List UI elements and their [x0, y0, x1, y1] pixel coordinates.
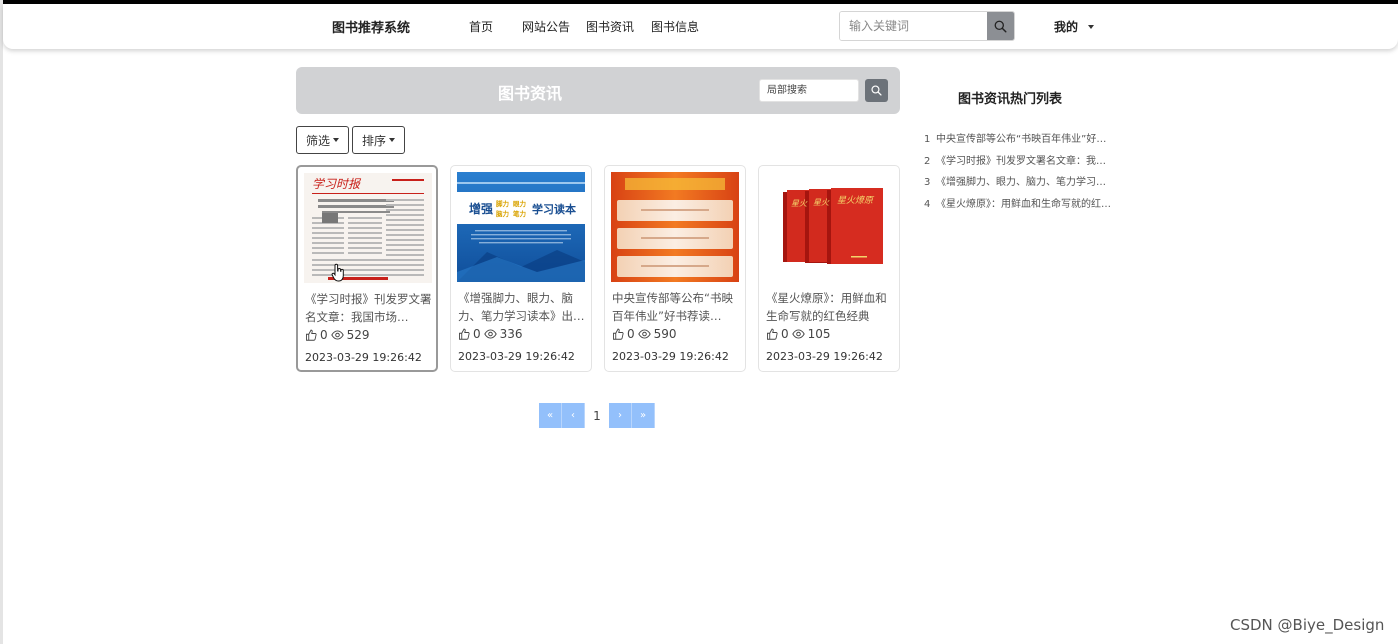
news-card[interactable]: 星火 星火 星火燎原 《星火燎原》：用鲜血和生命写就的红色经典 0 105 20… — [758, 165, 900, 372]
svg-text:脑力: 脑力 — [495, 209, 510, 218]
global-search — [839, 11, 1015, 41]
like-count: 0 — [473, 327, 481, 341]
thumbs-up-icon[interactable] — [766, 328, 778, 340]
user-menu-dropdown[interactable]: 我的 — [1054, 18, 1095, 35]
section-banner: 图书资讯 — [296, 67, 900, 114]
search-input[interactable] — [840, 12, 987, 40]
like-count: 0 — [320, 328, 328, 342]
hot-list-item[interactable]: 2 《学习时报》刊发罗文署名文章：我国市场 — [924, 155, 1111, 177]
card-date: 2023-03-29 19:26:42 — [612, 350, 729, 363]
local-search-button[interactable] — [865, 79, 888, 102]
current-page[interactable]: 1 — [585, 403, 609, 428]
svg-text:星火燎原: 星火燎原 — [837, 195, 875, 206]
hot-list-index: 3 — [924, 177, 931, 188]
top-navbar: 图书推荐系统 首页 网站公告 图书资讯 图书信息 我的 — [3, 4, 1398, 49]
card-stats: 0 529 — [305, 328, 370, 342]
hot-list-title: 图书资讯热门列表 — [958, 92, 1063, 107]
card-date: 2023-03-29 19:26:42 — [458, 350, 575, 363]
hot-list-index: 2 — [924, 155, 931, 167]
site-brand[interactable]: 图书推荐系统 — [332, 17, 410, 36]
orange-poster — [611, 172, 739, 282]
sort-dropdown[interactable]: 排序 — [352, 126, 405, 154]
hot-list-text[interactable]: 中央宣传部等公布“书映百年伟业”好书荐读 — [936, 133, 1111, 155]
like-count: 0 — [627, 327, 635, 341]
svg-text:星火: 星火 — [791, 199, 808, 208]
card-title[interactable]: 中央宣传部等公布“书映百年伟业”好书荐读… — [612, 290, 740, 325]
eye-icon — [483, 329, 497, 339]
card-stats: 0 105 — [766, 327, 831, 341]
thumbs-up-icon[interactable] — [458, 328, 470, 340]
hot-list-item[interactable]: 3 《增强脚力、眼力、脑力、笔力学习读本》 — [924, 176, 1111, 198]
news-card[interactable]: 中央宣传部等公布“书映百年伟业”好书荐读… 0 590 2023-03-29 1… — [604, 165, 746, 372]
user-menu-label: 我的 — [1054, 20, 1079, 34]
nav-book-info[interactable]: 图书信息 — [651, 18, 699, 35]
svg-text:脚力: 脚力 — [496, 199, 510, 208]
red-book-set: 星火 星火 星火燎原 — [765, 172, 893, 282]
chevron-down-icon — [333, 138, 339, 142]
svg-text:增强: 增强 — [469, 201, 493, 216]
svg-text:星火: 星火 — [813, 198, 830, 207]
nav-book-news[interactable]: 图书资讯 — [586, 18, 634, 35]
window-left-border — [0, 0, 3, 644]
local-search-input[interactable] — [759, 79, 859, 102]
eye-icon — [637, 329, 651, 339]
eye-icon — [791, 329, 805, 339]
search-icon — [871, 85, 882, 96]
svg-text:学习读本: 学习读本 — [532, 202, 576, 216]
chevron-down-icon — [389, 138, 395, 142]
view-count: 105 — [807, 327, 831, 341]
watermark: CSDN @Biye_Design — [1230, 616, 1385, 634]
eye-icon — [330, 330, 344, 340]
hot-list-text[interactable]: 《学习时报》刊发罗文署名文章：我国市场 — [936, 155, 1111, 177]
news-card[interactable]: 学习时报 《学习时报》刊发罗文署名文章：我国市场… 0 529 2023-03-… — [296, 165, 438, 372]
prev-page-button[interactable]: ‹ — [562, 403, 585, 428]
nav-announcements[interactable]: 网站公告 — [522, 18, 570, 35]
news-card[interactable]: 增强 脚力 眼力 脑力 笔力 学习读本 《增强脚力、眼力、脑力、笔力学习读本》出… — [450, 165, 592, 372]
view-count: 529 — [346, 328, 370, 342]
hot-list-index: 1 — [924, 134, 931, 145]
hot-list-index: 4 — [924, 198, 931, 210]
search-button[interactable] — [987, 12, 1014, 40]
hot-list-item[interactable]: 1 中央宣传部等公布“书映百年伟业”好书荐读 — [924, 133, 1111, 155]
hot-list-text[interactable]: 《星火燎原》：用鲜血和生命写就的红色经典 — [936, 198, 1111, 220]
hand-pointer-icon — [331, 263, 344, 282]
hot-list-text[interactable]: 《增强脚力、眼力、脑力、笔力学习读本》 — [936, 176, 1111, 198]
svg-text:笔力: 笔力 — [513, 209, 527, 218]
sort-label: 排序 — [361, 133, 386, 148]
newspaper-thumbnail: 学习时报 — [304, 173, 432, 283]
view-count: 336 — [499, 327, 523, 341]
hot-list-item[interactable]: 4 《星火燎原》：用鲜血和生命写就的红色经典 — [924, 198, 1111, 220]
first-page-button[interactable]: « — [539, 403, 562, 428]
next-page-button[interactable]: › — [609, 403, 632, 428]
hot-list: 1 中央宣传部等公布“书映百年伟业”好书荐读 2 《学习时报》刊发罗文署名文章：… — [924, 133, 1111, 219]
svg-text:眼力: 眼力 — [513, 199, 527, 208]
chevron-down-icon — [1088, 24, 1095, 29]
card-title[interactable]: 《增强脚力、眼力、脑力、笔力学习读本》出… — [458, 290, 586, 325]
blue-book-cover: 增强 脚力 眼力 脑力 笔力 学习读本 — [457, 172, 585, 282]
card-date: 2023-03-29 19:26:42 — [766, 350, 883, 363]
last-page-button[interactable]: » — [632, 403, 655, 428]
card-title[interactable]: 《星火燎原》：用鲜血和生命写就的红色经典 — [766, 290, 894, 325]
thumbs-up-icon[interactable] — [305, 329, 317, 341]
like-count: 0 — [781, 327, 789, 341]
nav-home[interactable]: 首页 — [469, 18, 493, 35]
card-stats: 0 590 — [612, 327, 677, 341]
newspaper-masthead: 学习时报 — [312, 177, 362, 191]
thumbs-up-icon[interactable] — [612, 328, 624, 340]
card-title[interactable]: 《学习时报》刊发罗文署名文章：我国市场… — [305, 291, 433, 326]
filter-label: 筛选 — [305, 133, 330, 148]
view-count: 590 — [653, 327, 677, 341]
card-date: 2023-03-29 19:26:42 — [305, 351, 422, 364]
filter-dropdown[interactable]: 筛选 — [296, 126, 349, 154]
page-title: 图书资讯 — [498, 84, 563, 103]
card-stats: 0 336 — [458, 327, 523, 341]
search-icon — [994, 20, 1007, 33]
pagination: « ‹ 1 › » — [539, 403, 655, 428]
